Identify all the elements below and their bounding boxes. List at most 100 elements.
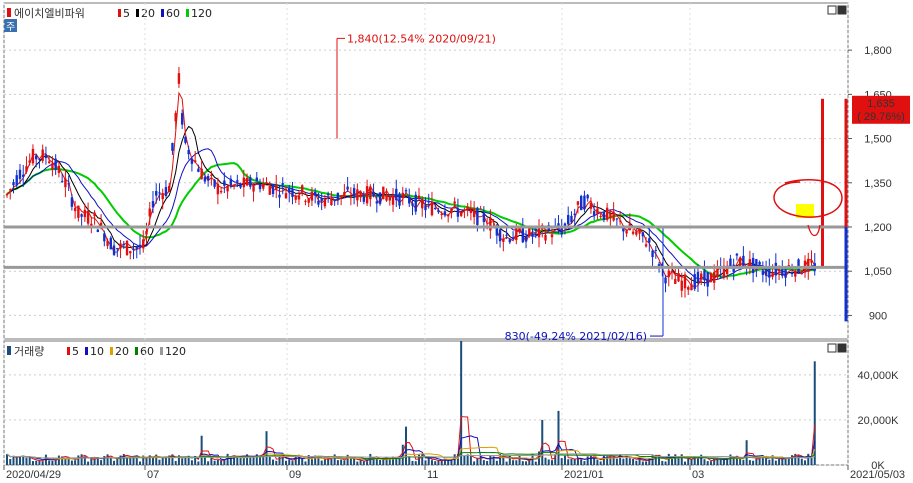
price-tick-label: 1,500	[864, 134, 892, 146]
candle-body	[674, 278, 677, 284]
restore-button[interactable]	[827, 5, 837, 15]
candle-body	[576, 201, 580, 205]
volume-bar	[645, 461, 648, 465]
candle-body	[206, 176, 210, 181]
volume-legend-swatch	[67, 347, 70, 355]
volume-bar	[145, 458, 148, 465]
candle-body	[158, 192, 161, 194]
candle-body	[129, 251, 132, 254]
volume-bar	[804, 460, 807, 465]
volume-bar	[615, 458, 618, 465]
candle-body	[401, 192, 404, 198]
candle-body	[800, 272, 803, 275]
x-tick-label: 07	[147, 469, 159, 481]
volume-bar	[518, 455, 521, 465]
candle-body	[567, 215, 570, 225]
candle-body	[106, 240, 109, 246]
volume-bar	[197, 461, 200, 465]
volume-bar	[661, 460, 664, 465]
candle-body	[437, 210, 440, 213]
volume-legend-swatch	[110, 347, 113, 355]
candle-body	[356, 189, 359, 201]
volume-bar	[664, 461, 667, 465]
volume-bar	[349, 458, 352, 465]
volume-title: 거래량	[14, 345, 44, 358]
volume-bar	[57, 455, 60, 465]
candle-body	[34, 155, 38, 160]
volume-bar	[379, 459, 382, 465]
volume-restore-button[interactable]	[827, 343, 837, 353]
volume-panel	[3, 340, 849, 466]
volume-bar	[696, 457, 699, 465]
volume-legend-label: 60	[140, 345, 154, 358]
candle-body	[459, 211, 463, 216]
candle-body	[388, 196, 391, 201]
candle-body	[670, 270, 674, 272]
candle-body	[644, 244, 648, 247]
volume-bar	[278, 456, 281, 465]
candle-body	[67, 183, 70, 185]
candle-body	[109, 237, 113, 250]
volume-bar	[129, 457, 132, 465]
volume-bar	[207, 461, 210, 465]
volume-bar	[343, 460, 346, 465]
candle-body	[664, 277, 667, 284]
candle-body	[25, 166, 28, 172]
candle-body	[64, 178, 67, 188]
candle-body	[93, 212, 96, 217]
candle-body	[391, 195, 395, 205]
x-tick-label: 2021/05/03	[850, 469, 905, 481]
volume-bar	[74, 460, 77, 465]
candle-body	[323, 199, 327, 207]
volume-bar	[411, 460, 414, 465]
maximize-button[interactable]	[837, 5, 847, 15]
volume-bar	[330, 459, 333, 465]
volume-bar	[272, 459, 275, 465]
volume-maximize-button[interactable]	[837, 343, 847, 353]
candle-body	[278, 194, 281, 198]
volume-bar	[100, 460, 103, 465]
volume-bar	[463, 455, 466, 465]
candle-body	[524, 236, 528, 242]
candle-body	[15, 175, 18, 186]
x-tick-label: 11	[427, 469, 438, 481]
candle-body	[735, 253, 739, 256]
candle-body	[73, 207, 77, 212]
volume-bar	[320, 460, 323, 465]
volume-bar	[508, 455, 511, 465]
candle-body	[262, 183, 265, 189]
volume-legend-swatch	[135, 347, 138, 355]
candle-body	[168, 186, 171, 192]
volume-bar	[77, 455, 80, 465]
candle-body	[476, 207, 479, 225]
candle-body	[132, 248, 135, 250]
candle-body	[508, 239, 512, 243]
candle-body	[703, 270, 706, 281]
volume-legend-label: 5	[72, 345, 79, 358]
candle-body	[758, 261, 761, 265]
volume-bar	[6, 454, 8, 465]
volume-bar	[440, 460, 443, 465]
candle-body	[9, 189, 12, 191]
volume-bar	[632, 458, 635, 465]
volume-bar	[567, 459, 570, 465]
volume-bar	[113, 460, 116, 465]
candle-body	[599, 216, 602, 218]
candle-body	[683, 274, 687, 289]
candle-body	[51, 163, 54, 170]
candle-body	[226, 185, 229, 192]
candle-body	[297, 195, 301, 200]
candle-body	[317, 200, 320, 205]
candle-body	[709, 273, 713, 283]
candle-body	[751, 257, 755, 274]
candle-body	[352, 188, 356, 197]
candle-body	[498, 229, 502, 242]
candle-body	[761, 270, 765, 275]
volume-tick-label: 40,000K	[858, 370, 900, 382]
candle-body	[378, 192, 382, 204]
candle-body	[346, 186, 349, 190]
candle-body	[596, 208, 599, 214]
volume-bar	[726, 459, 729, 465]
price-tick-label: 1,200	[864, 222, 892, 234]
volume-bar	[570, 458, 573, 465]
